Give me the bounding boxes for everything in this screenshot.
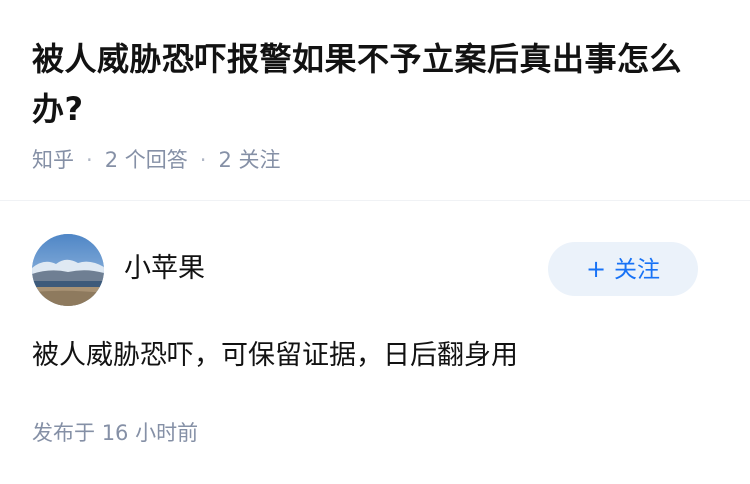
meta-separator: · [199,148,207,172]
author-name[interactable]: 小苹果 [124,250,205,288]
posted-prefix: 发布于 [32,421,95,445]
question-title[interactable]: 被人威胁恐吓报警如果不予立案后真出事怎么办? [32,34,722,134]
follower-count-label: 关注 [238,148,281,172]
follow-button-label: 关注 [614,257,661,283]
answer-count-label[interactable]: 个回答 [125,148,188,172]
follow-button[interactable]: + 关注 [548,242,698,296]
plus-icon: + [585,255,607,283]
follower-count: 2 [218,148,232,172]
landscape-avatar-icon [32,234,104,306]
answer-post-time: 发布于 16 小时前 [32,418,198,448]
answer-author-row: 小苹果 + 关注 [32,234,718,306]
question-header: 被人威胁恐吓报警如果不予立案后真出事怎么办? [32,34,722,134]
answer-content[interactable]: 被人威胁恐吓，可保留证据，日后翻身用 [32,336,518,376]
question-meta: 知乎 · 2 个回答 · 2 关注 [32,145,281,175]
answer-count: 2 [104,148,119,172]
section-divider [0,200,750,201]
avatar[interactable] [32,234,104,306]
posted-time: 16 小时前 [101,421,199,445]
source-label[interactable]: 知乎 [32,148,74,172]
meta-separator: · [86,148,93,172]
